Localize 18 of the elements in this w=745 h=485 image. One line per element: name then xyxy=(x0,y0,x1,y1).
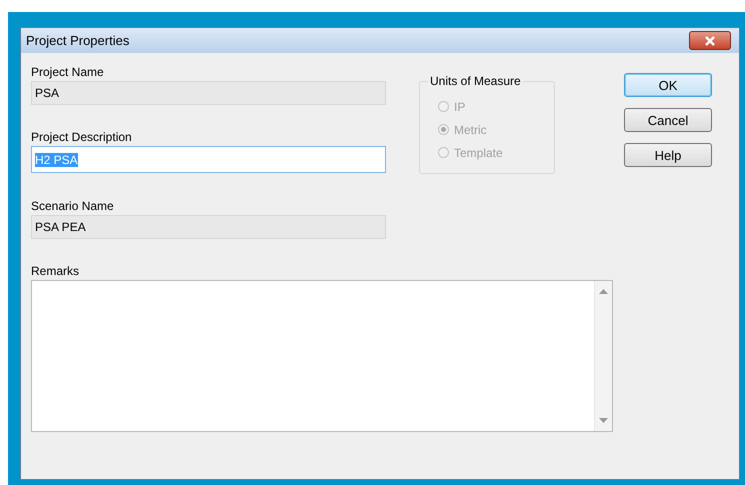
window-title: Project Properties xyxy=(26,33,130,48)
field-label: Remarks xyxy=(31,263,80,280)
dialog-button[interactable]: Help xyxy=(624,143,712,167)
scroll-up-icon[interactable] xyxy=(599,289,608,294)
dialog-button[interactable]: Cancel xyxy=(624,108,712,132)
radio-label: Metric xyxy=(454,122,487,136)
close-icon xyxy=(704,36,716,46)
radio-label: IP xyxy=(454,100,466,114)
group-title: Units of Measure xyxy=(428,74,523,88)
remarks-field[interactable] xyxy=(31,280,613,432)
close-button[interactable] xyxy=(689,31,731,50)
scroll-down-icon[interactable] xyxy=(599,418,608,423)
scrollbar[interactable] xyxy=(594,281,612,431)
dialog-button[interactable]: OK xyxy=(624,73,712,97)
field-label: Scenario Name xyxy=(31,198,115,215)
field-label: Project Description xyxy=(31,129,133,146)
radio-label: Template xyxy=(454,146,503,160)
field-label: Project Name xyxy=(31,64,105,81)
